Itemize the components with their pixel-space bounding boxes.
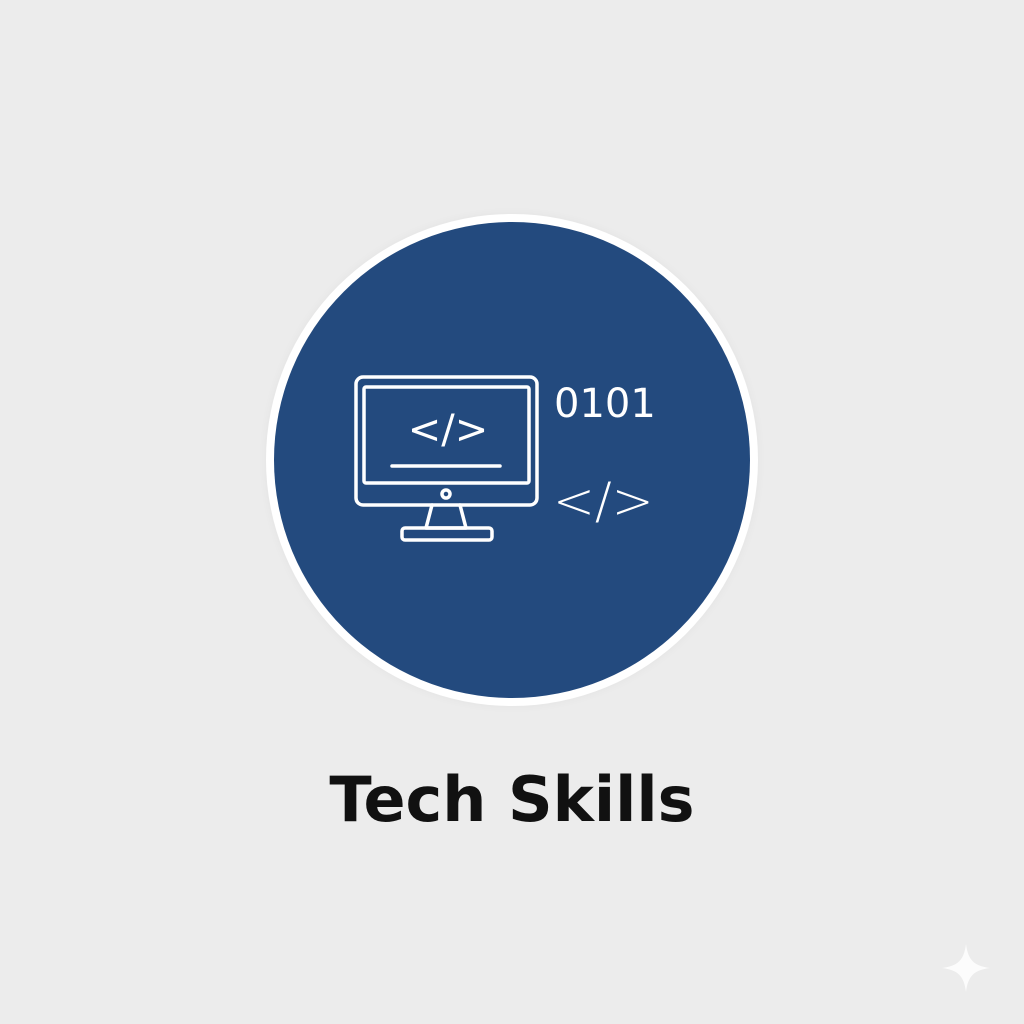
page-title: Tech Skills — [329, 763, 695, 836]
side-code-text: </> — [553, 472, 654, 530]
sparkle-icon — [942, 944, 990, 992]
binary-text: 0101 — [554, 381, 656, 427]
screen-code-text: </> — [407, 407, 489, 453]
badge-circle — [274, 222, 750, 698]
